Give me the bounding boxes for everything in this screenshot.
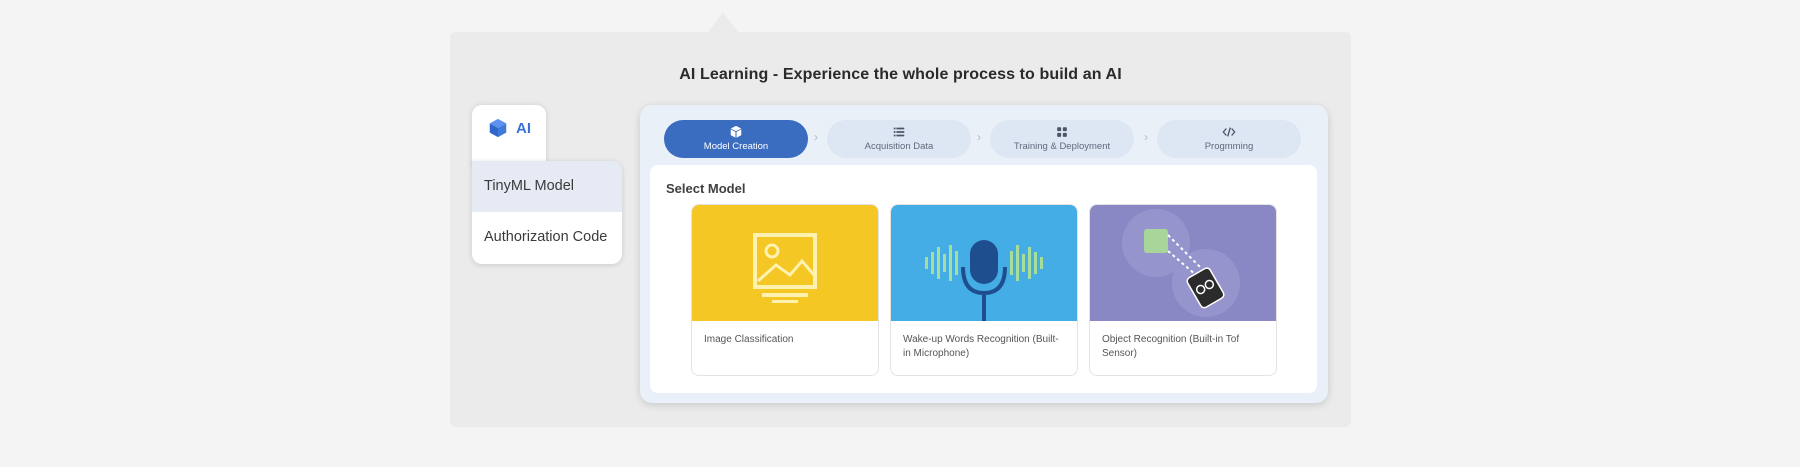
step-programming[interactable]: Progmming [1157, 120, 1301, 158]
microphone-icon [925, 240, 1043, 321]
code-icon [1222, 127, 1236, 137]
grid-icon [1057, 127, 1067, 137]
step-label: Acquisition Data [864, 141, 934, 152]
step-label: Model Creation [703, 141, 769, 152]
model-card-object-recognition[interactable]: Object Recognition (Built-in Tof Sensor) [1089, 204, 1277, 376]
chevron-right-icon: › [814, 130, 818, 144]
model-thumbnail [692, 205, 878, 321]
content-panel: AI Learning - Experience the whole proce… [450, 32, 1351, 427]
model-label: Image Classification [704, 334, 794, 345]
model-thumbnail [891, 205, 1077, 321]
cube-logo-icon [489, 118, 507, 138]
chevron-right-icon: › [977, 130, 981, 144]
ai-preview: Model Creation › Acquisition Data › Trai… [640, 105, 1328, 403]
ai-tab[interactable]: AI [472, 105, 546, 167]
model-label: Wake-up Words Recognition (Built-in Micr… [903, 334, 1059, 359]
select-model-card: Select Model Image Classification Wake-u… [650, 165, 1317, 393]
step-label: Progmming [1204, 141, 1254, 152]
tof-sensor-icon [1122, 209, 1240, 317]
chevron-right-icon: › [1144, 130, 1148, 144]
model-card-image-classification[interactable]: Image Classification [691, 204, 879, 376]
step-model-creation[interactable]: Model Creation [664, 120, 808, 158]
model-card-wake-up-words[interactable]: Wake-up Words Recognition (Built-in Micr… [890, 204, 1078, 376]
list-icon [893, 127, 905, 137]
cube-icon [730, 125, 742, 138]
image-icon [753, 233, 817, 303]
step-label: Training & Deployment [1013, 141, 1111, 152]
page-headline: AI Learning - Experience the whole proce… [679, 66, 1122, 83]
model-thumbnail [1090, 205, 1276, 321]
menu-item-authorization-code[interactable]: Authorization Code [472, 212, 622, 263]
select-model-title: Select Model [666, 181, 746, 196]
panel-notch [708, 12, 738, 32]
step-training-deployment[interactable]: Training & Deployment [990, 120, 1134, 158]
step-acquisition-data[interactable]: Acquisition Data [827, 120, 971, 158]
side-menu: TinyML Model Authorization Code [472, 161, 622, 264]
ai-tab-label: AI [516, 119, 531, 137]
model-label: Object Recognition (Built-in Tof Sensor) [1102, 334, 1240, 359]
menu-item-tinyml-model[interactable]: TinyML Model [472, 161, 622, 212]
